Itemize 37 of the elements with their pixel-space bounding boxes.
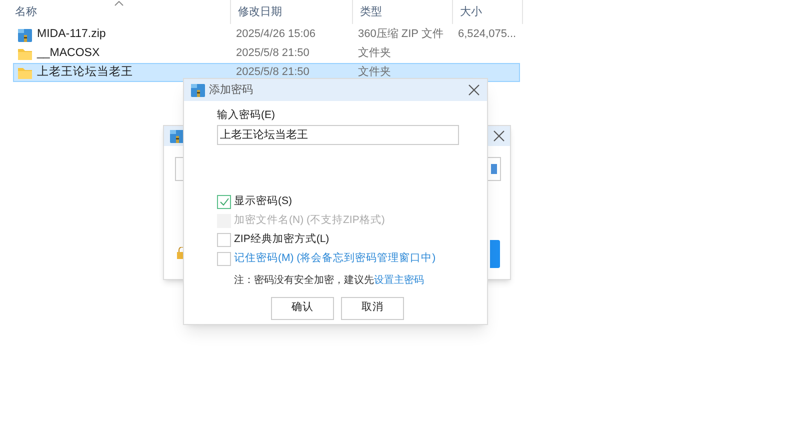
close-icon[interactable] <box>468 84 480 96</box>
archive-icon <box>17 26 33 42</box>
option-label[interactable]: 记住密码(M) (将会备忘到密码管理窗口中) <box>234 251 436 268</box>
option-label[interactable]: ZIP经典加密方式(L) <box>234 232 330 248</box>
close-icon[interactable] <box>493 130 505 142</box>
checkbox[interactable] <box>217 233 231 248</box>
list-icon[interactable] <box>491 164 497 174</box>
modified-date: 2025/4/26 15:06 <box>236 27 317 42</box>
modified-date: 2025/5/8 21:50 <box>236 46 310 62</box>
option-label[interactable]: 显示密码(S) <box>234 194 292 210</box>
checkbox[interactable] <box>217 252 231 266</box>
file-type: 360压缩 ZIP 文件 <box>358 26 444 42</box>
file-name: 上老王论坛当老王 <box>37 64 133 80</box>
field-label: 输入密码(E) <box>217 108 276 123</box>
file-type: 文件夹 <box>358 46 392 62</box>
set-master-password-link[interactable]: 设置主密码 <box>374 272 424 288</box>
check-icon <box>220 198 228 206</box>
dialog-title: 添加密码 <box>209 82 253 98</box>
file-name: __MACOSX <box>37 46 100 61</box>
column-header[interactable]: 修改日期 <box>231 0 353 24</box>
archive-icon <box>190 82 206 98</box>
file-size: 6,524,075... <box>458 27 516 42</box>
column-header[interactable]: 大小 <box>453 0 523 24</box>
modified-date: 2025/5/8 21:50 <box>236 65 310 80</box>
cancel-button[interactable]: 取消 <box>341 296 404 320</box>
primary-button[interactable] <box>490 240 500 268</box>
password-field[interactable]: 上老王论坛当老王 <box>217 124 459 145</box>
file-row[interactable]: MIDA-117.zip 2025/4/26 15:06 360压缩 ZIP 文件 6,524,075... <box>13 25 520 44</box>
confirm-button[interactable]: 确认 <box>271 296 334 320</box>
file-row[interactable]: __MACOSX 2025/5/8 21:50 文件夹 <box>13 44 520 63</box>
column-header[interactable]: 名称 <box>8 0 231 24</box>
archive-icon <box>169 128 185 144</box>
file-type: 文件夹 <box>358 64 392 80</box>
file-name: MIDA-117.zip <box>37 26 106 42</box>
note-text: 注：密码没有安全加密，建议先 <box>234 274 374 288</box>
column-header[interactable]: 类型 <box>353 0 453 24</box>
checkbox[interactable] <box>217 195 231 210</box>
